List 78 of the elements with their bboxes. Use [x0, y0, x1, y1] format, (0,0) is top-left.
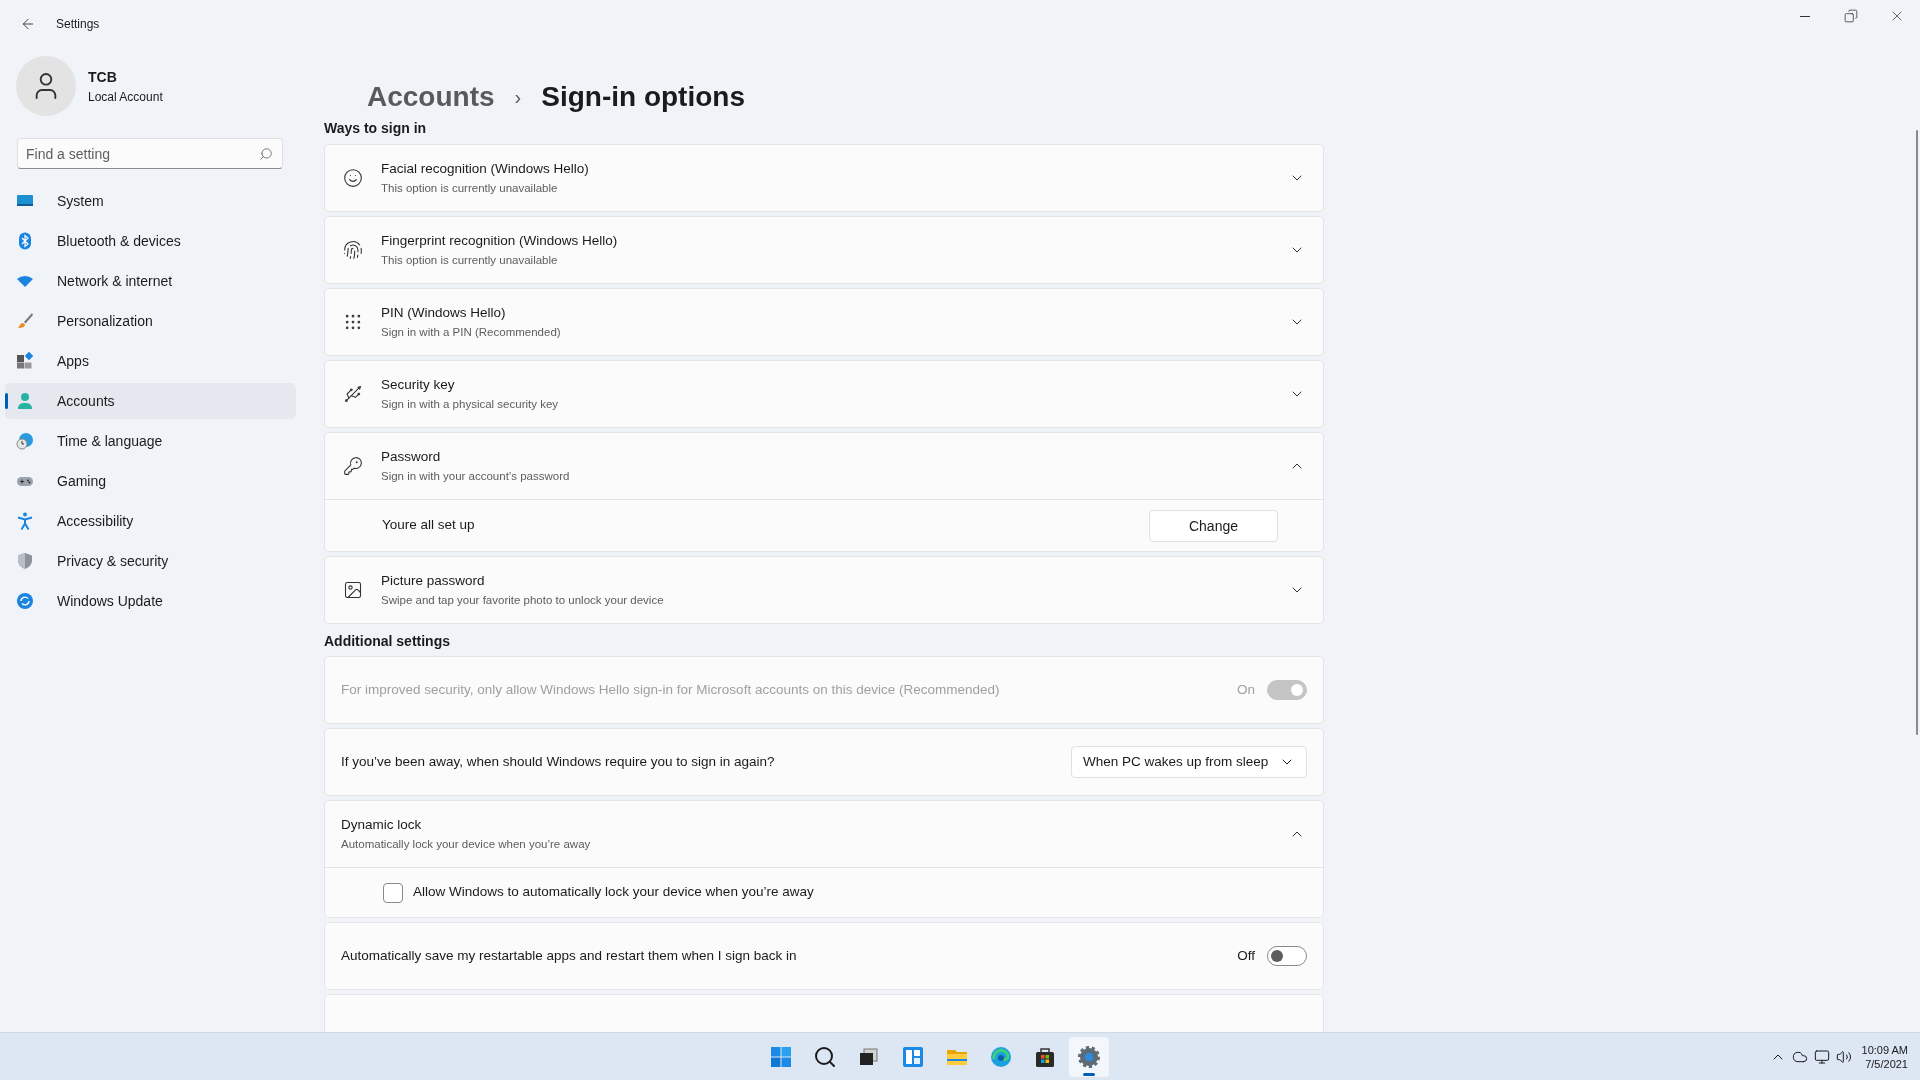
clock-globe-icon — [16, 432, 34, 450]
gear-icon — [1076, 1044, 1101, 1069]
nav-item[interactable]: System — [5, 183, 296, 219]
option-description: Automatically lock your device when you’re away — [341, 836, 592, 852]
bluetooth-icon — [16, 232, 34, 250]
speaker-icon[interactable] — [1835, 1048, 1852, 1065]
nav-item[interactable]: Personalization — [5, 303, 296, 339]
expander-header[interactable]: PIN (Windows Hello) Sign in with a PIN (Recommended) — [325, 289, 1323, 355]
option-description: This option is currently unavailable — [381, 252, 559, 268]
nav-item[interactable]: Accounts — [5, 383, 296, 419]
search-icon — [259, 147, 273, 161]
usb-key-icon — [343, 384, 363, 404]
nav-item[interactable]: Apps — [5, 343, 296, 379]
expander-header[interactable]: Security key Sign in with a physical security key — [325, 361, 1323, 427]
nav-item[interactable]: Network & internet — [5, 263, 296, 299]
expander-header[interactable]: Dynamic lock Automatically lock your device when you’re away — [325, 801, 1323, 867]
accessibility-icon — [16, 512, 34, 530]
option-title: PIN (Windows Hello) — [381, 304, 507, 323]
person-icon — [16, 392, 34, 410]
smile-icon — [343, 168, 363, 188]
expander-header[interactable]: Facial recognition (Windows Hello) This option is currently unavailable — [325, 145, 1323, 211]
dropdown[interactable]: When PC wakes up from sleep — [1071, 746, 1307, 778]
option-description: Swipe and tap your favorite photo to unlock your device — [381, 592, 665, 608]
image-icon — [343, 580, 363, 600]
monitor-icon[interactable] — [1813, 1048, 1830, 1065]
section-heading: Additional settings — [324, 632, 451, 651]
page-title: Sign-in options — [541, 80, 745, 114]
brush-icon — [16, 312, 34, 330]
search-field[interactable]: Find a setting — [17, 138, 283, 169]
shield-icon — [16, 552, 34, 570]
nav-item[interactable]: Privacy & security — [5, 543, 296, 579]
toggle-state: On — [1237, 680, 1255, 699]
browser-icon — [988, 1044, 1013, 1069]
nav-item[interactable]: Accessibility — [5, 503, 296, 539]
section-heading: Ways to sign in — [324, 119, 428, 138]
checkbox[interactable] — [383, 882, 403, 903]
windows-logo-icon — [768, 1044, 793, 1069]
option-description: Sign in with a physical security key — [381, 396, 560, 412]
window-title: Settings — [56, 16, 100, 32]
toggle-state: Off — [1237, 946, 1255, 965]
checkbox-label: Allow Windows to automatically lock your device when you’re away — [413, 883, 814, 902]
option-title: Fingerprint recognition (Windows Hello) — [381, 232, 619, 251]
status-text: Youre all set up — [382, 516, 476, 535]
option-description: This option is currently unavailable — [381, 180, 559, 196]
account-type: Local Account — [88, 89, 163, 105]
setting-label: For improved security, only allow Windows Hello sign-in for Microsoft accounts on this device (Recommended) — [341, 680, 1001, 699]
change-button[interactable]: Change — [1149, 509, 1278, 542]
expander-header[interactable]: Picture password Swipe and tap your favorite photo to unlock your device — [325, 557, 1323, 623]
expander-header[interactable]: Password Sign in with your account’s password — [325, 433, 1323, 499]
option-title: Security key — [381, 376, 456, 395]
user-name: TCB — [88, 68, 118, 87]
option-title: Facial recognition (Windows Hello) — [381, 160, 590, 179]
setting-label: Automatically save my restartable apps and restart them when I sign back in — [341, 946, 798, 965]
minimize-icon — [1800, 15, 1810, 17]
option-description: Sign in with a PIN (Recommended) — [381, 324, 562, 340]
nav-item[interactable]: Windows Update — [5, 583, 296, 619]
key-icon — [343, 456, 363, 476]
apps-icon — [16, 352, 34, 370]
fingerprint-icon — [343, 240, 363, 260]
restore-icon — [1844, 9, 1858, 23]
clock[interactable]: 10:09 AM 7/5/2021 — [1861, 1042, 1908, 1071]
breadcrumb-link[interactable]: Accounts — [367, 76, 495, 118]
keypad-icon — [343, 312, 363, 332]
option-description: Sign in with your account’s password — [381, 468, 571, 484]
breadcrumb-separator: › — [514, 85, 522, 110]
widgets-icon — [900, 1044, 925, 1069]
option-title: Dynamic lock — [341, 816, 423, 835]
setting-label: If you’ve been away, when should Windows require you to sign in again? — [341, 752, 776, 771]
toggle-switch[interactable] — [1267, 946, 1307, 966]
option-title: Picture password — [381, 572, 486, 591]
expander-header[interactable]: Fingerprint recognition (Windows Hello) This option is currently unavailable — [325, 217, 1323, 283]
search-icon — [812, 1044, 837, 1069]
nav-item[interactable]: Time & language — [5, 423, 296, 459]
nav-item[interactable]: Bluetooth & devices — [5, 223, 296, 259]
update-icon — [16, 592, 34, 610]
nav-item[interactable]: Gaming — [5, 463, 296, 499]
option-title: Password — [381, 448, 442, 467]
scrollbar[interactable] — [1916, 130, 1918, 735]
